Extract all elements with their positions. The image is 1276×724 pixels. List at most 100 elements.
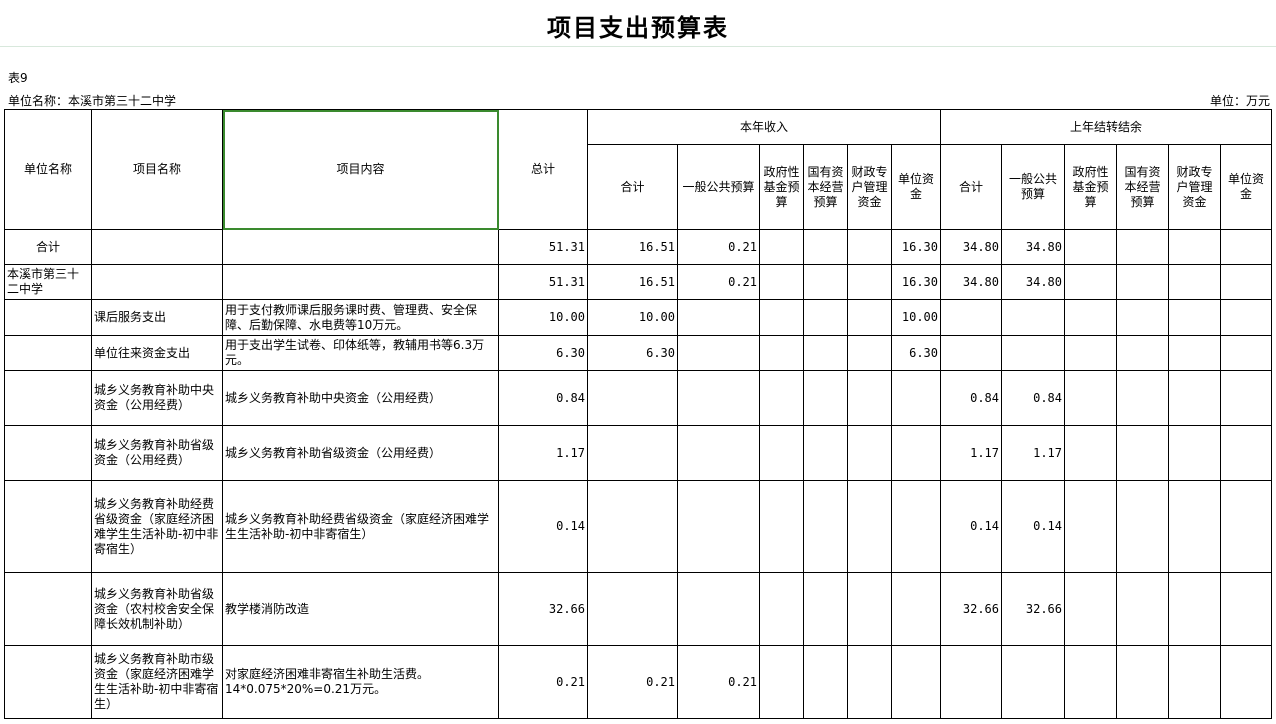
cell-name[interactable]: 城乡义务教育补助省级资金（公用经费） bbox=[91, 425, 223, 481]
cell-p1[interactable] bbox=[940, 335, 1002, 371]
cell-c6[interactable]: 6.30 bbox=[891, 335, 941, 371]
cell-p5[interactable] bbox=[1168, 229, 1221, 265]
header-sub2-special[interactable]: 财政专户管理资金 bbox=[1168, 144, 1221, 230]
cell-c4[interactable] bbox=[803, 264, 848, 300]
cell-c4[interactable] bbox=[803, 335, 848, 371]
cell-name[interactable]: 城乡义务教育补助经费省级资金（家庭经济困难学生生活补助-初中非寄宿生） bbox=[91, 480, 223, 573]
cell-c6[interactable] bbox=[891, 572, 941, 646]
cell-c3[interactable] bbox=[759, 299, 804, 336]
cell-c2[interactable]: 0.21 bbox=[677, 645, 760, 719]
cell-c3[interactable] bbox=[759, 335, 804, 371]
cell-c2[interactable] bbox=[677, 425, 760, 481]
cell-p3[interactable] bbox=[1064, 229, 1117, 265]
cell-p4[interactable] bbox=[1116, 645, 1169, 719]
cell-c1[interactable]: 16.51 bbox=[587, 264, 678, 300]
cell-content[interactable] bbox=[222, 229, 499, 265]
cell-p3[interactable] bbox=[1064, 480, 1117, 573]
cell-c6[interactable]: 16.30 bbox=[891, 264, 941, 300]
cell-c2[interactable] bbox=[677, 299, 760, 336]
cell-p3[interactable] bbox=[1064, 425, 1117, 481]
cell-p3[interactable] bbox=[1064, 572, 1117, 646]
cell-unit[interactable] bbox=[4, 480, 92, 573]
cell-c5[interactable] bbox=[847, 264, 892, 300]
cell-content[interactable]: 用于支付教师课后服务课时费、管理费、安全保障、后勤保障、水电费等10万元。 bbox=[222, 299, 499, 336]
cell-p1[interactable]: 1.17 bbox=[940, 425, 1002, 481]
header-unit-name[interactable]: 单位名称 bbox=[4, 109, 92, 230]
cell-unit[interactable] bbox=[4, 645, 92, 719]
header-current-income[interactable]: 本年收入 bbox=[587, 109, 941, 145]
cell-c2[interactable] bbox=[677, 480, 760, 573]
cell-c6[interactable] bbox=[891, 480, 941, 573]
cell-c5[interactable] bbox=[847, 299, 892, 336]
cell-c4[interactable] bbox=[803, 229, 848, 265]
cell-c5[interactable] bbox=[847, 425, 892, 481]
cell-p5[interactable] bbox=[1168, 264, 1221, 300]
cell-content[interactable]: 教学楼消防改造 bbox=[222, 572, 499, 646]
cell-name[interactable] bbox=[91, 264, 223, 300]
cell-c2[interactable]: 0.21 bbox=[677, 229, 760, 265]
cell-content[interactable]: 城乡义务教育补助省级资金（公用经费） bbox=[222, 425, 499, 481]
cell-p2[interactable] bbox=[1001, 299, 1065, 336]
cell-p2[interactable]: 34.80 bbox=[1001, 229, 1065, 265]
cell-total[interactable]: 32.66 bbox=[498, 572, 588, 646]
cell-p5[interactable] bbox=[1168, 425, 1221, 481]
header-sub-special[interactable]: 财政专户管理资金 bbox=[847, 144, 892, 230]
cell-c2[interactable] bbox=[677, 572, 760, 646]
cell-c1[interactable] bbox=[587, 480, 678, 573]
cell-c1[interactable] bbox=[587, 370, 678, 426]
cell-p2[interactable]: 0.84 bbox=[1001, 370, 1065, 426]
cell-p3[interactable] bbox=[1064, 645, 1117, 719]
cell-name[interactable]: 城乡义务教育补助市级资金（家庭经济困难学生生活补助-初中非寄宿生） bbox=[91, 645, 223, 719]
header-project-name[interactable]: 项目名称 bbox=[91, 109, 223, 230]
cell-total[interactable]: 1.17 bbox=[498, 425, 588, 481]
cell-unit[interactable] bbox=[4, 299, 92, 336]
cell-name[interactable]: 单位往来资金支出 bbox=[91, 335, 223, 371]
cell-c4[interactable] bbox=[803, 370, 848, 426]
cell-p3[interactable] bbox=[1064, 264, 1117, 300]
cell-c4[interactable] bbox=[803, 572, 848, 646]
cell-c3[interactable] bbox=[759, 480, 804, 573]
cell-total[interactable]: 10.00 bbox=[498, 299, 588, 336]
cell-name[interactable]: 城乡义务教育补助中央资金（公用经费） bbox=[91, 370, 223, 426]
cell-c2[interactable] bbox=[677, 335, 760, 371]
cell-p1[interactable]: 0.84 bbox=[940, 370, 1002, 426]
cell-unit[interactable]: 合计 bbox=[4, 229, 92, 265]
cell-c2[interactable]: 0.21 bbox=[677, 264, 760, 300]
cell-c4[interactable] bbox=[803, 645, 848, 719]
cell-c3[interactable] bbox=[759, 264, 804, 300]
cell-p6[interactable] bbox=[1220, 229, 1272, 265]
cell-p2[interactable] bbox=[1001, 335, 1065, 371]
cell-c6[interactable]: 16.30 bbox=[891, 229, 941, 265]
cell-p4[interactable] bbox=[1116, 480, 1169, 573]
cell-p4[interactable] bbox=[1116, 229, 1169, 265]
header-total[interactable]: 总计 bbox=[498, 109, 588, 230]
cell-p2[interactable]: 32.66 bbox=[1001, 572, 1065, 646]
cell-p5[interactable] bbox=[1168, 645, 1221, 719]
cell-p4[interactable] bbox=[1116, 572, 1169, 646]
cell-c3[interactable] bbox=[759, 370, 804, 426]
cell-c6[interactable] bbox=[891, 645, 941, 719]
cell-p3[interactable] bbox=[1064, 299, 1117, 336]
cell-total[interactable]: 51.31 bbox=[498, 264, 588, 300]
cell-c5[interactable] bbox=[847, 229, 892, 265]
cell-content[interactable]: 对家庭经济困难非寄宿生补助生活费。14*0.075*20%=0.21万元。 bbox=[222, 645, 499, 719]
cell-name[interactable]: 城乡义务教育补助省级资金（农村校舍安全保障长效机制补助） bbox=[91, 572, 223, 646]
header-sub-general[interactable]: 一般公共预算 bbox=[677, 144, 760, 230]
header-sub-total[interactable]: 合计 bbox=[587, 144, 678, 230]
cell-p5[interactable] bbox=[1168, 335, 1221, 371]
cell-c1[interactable]: 10.00 bbox=[587, 299, 678, 336]
cell-c1[interactable] bbox=[587, 425, 678, 481]
cell-content[interactable]: 城乡义务教育补助中央资金（公用经费） bbox=[222, 370, 499, 426]
cell-content[interactable] bbox=[222, 264, 499, 300]
cell-p6[interactable] bbox=[1220, 370, 1272, 426]
cell-p1[interactable]: 0.14 bbox=[940, 480, 1002, 573]
cell-c3[interactable] bbox=[759, 229, 804, 265]
cell-c6[interactable] bbox=[891, 370, 941, 426]
cell-c1[interactable]: 0.21 bbox=[587, 645, 678, 719]
cell-p4[interactable] bbox=[1116, 425, 1169, 481]
cell-c3[interactable] bbox=[759, 645, 804, 719]
cell-p4[interactable] bbox=[1116, 335, 1169, 371]
cell-p6[interactable] bbox=[1220, 645, 1272, 719]
cell-p2[interactable]: 1.17 bbox=[1001, 425, 1065, 481]
header-sub-unit[interactable]: 单位资金 bbox=[891, 144, 941, 230]
